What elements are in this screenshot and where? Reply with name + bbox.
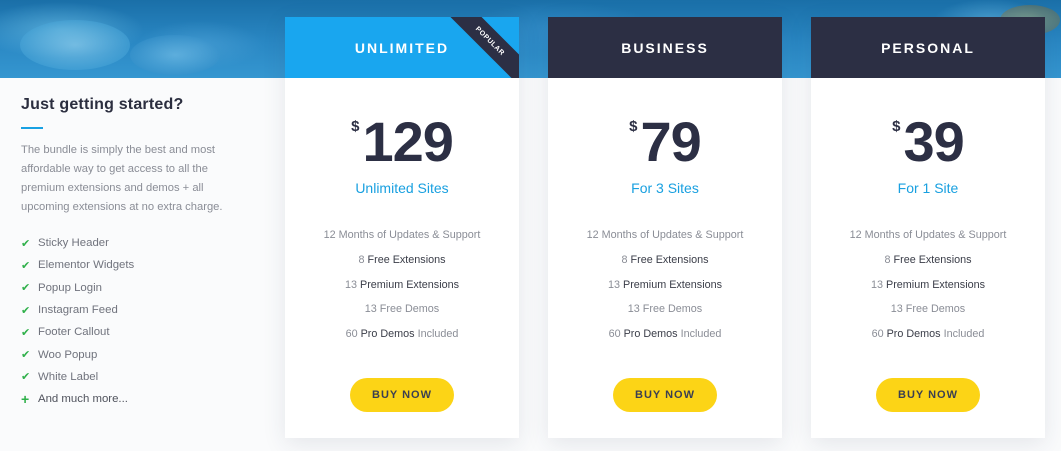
card-header: PERSONAL bbox=[811, 17, 1045, 78]
plan-feature: 8 Free Extensions bbox=[621, 253, 709, 266]
feature-item: ✔ Instagram Feed bbox=[21, 299, 251, 321]
feature-label: And much more... bbox=[38, 393, 128, 406]
plan-feature: 12 Months of Updates & Support bbox=[586, 229, 744, 241]
plan-feature: 13 Free Demos bbox=[364, 303, 440, 316]
currency-symbol: $ bbox=[892, 118, 901, 135]
feature-label: Instagram Feed bbox=[38, 304, 118, 317]
feature-label: Footer Callout bbox=[38, 326, 110, 339]
plan-feature: 60 Pro Demos Included bbox=[871, 328, 985, 341]
check-icon: ✔ bbox=[21, 349, 31, 362]
feature-list: ✔ Sticky Header ✔ Elementor Widgets ✔ Popup… bbox=[21, 232, 251, 410]
feature-label: White Label bbox=[38, 370, 99, 383]
feature-item: ✔ Woo Popup bbox=[21, 343, 251, 365]
plan-feature: 8 Free Extensions bbox=[358, 253, 446, 266]
plan-feature: 60 Pro Demos Included bbox=[345, 328, 459, 341]
popular-ribbon: POPULAR bbox=[443, 17, 519, 78]
check-icon: ✔ bbox=[21, 371, 31, 384]
plan-feature: 8 Free Extensions bbox=[884, 253, 972, 266]
plan-sites: Unlimited Sites bbox=[355, 180, 449, 196]
plan-feature: 13 Premium Extensions bbox=[607, 278, 723, 291]
currency-symbol: $ bbox=[629, 118, 638, 135]
plan-features: 12 Months of Updates & Support 8 Free Ex… bbox=[811, 229, 1045, 353]
feature-item: + And much more... bbox=[21, 388, 251, 410]
plan-sites: For 3 Sites bbox=[631, 180, 699, 196]
title-underline bbox=[21, 127, 43, 129]
plan-name: BUSINESS bbox=[621, 39, 709, 56]
price-amount: 79 bbox=[640, 110, 702, 173]
check-icon: ✔ bbox=[21, 326, 31, 339]
card-header: BUSINESS bbox=[548, 17, 782, 78]
intro-sidebar: Just getting started? The bundle is simp… bbox=[21, 96, 251, 410]
plan-price: $ 79 bbox=[548, 114, 782, 170]
price-amount: 129 bbox=[362, 110, 453, 173]
plan-feature: 12 Months of Updates & Support bbox=[849, 229, 1007, 241]
feature-label: Popup Login bbox=[38, 281, 102, 294]
buy-now-button[interactable]: BUY NOW bbox=[350, 377, 454, 412]
plan-feature: 13 Premium Extensions bbox=[344, 278, 460, 291]
sidebar-description: The bundle is simply the best and most a… bbox=[21, 144, 223, 213]
check-icon: ✔ bbox=[21, 304, 31, 317]
plan-sites: For 1 Site bbox=[897, 180, 959, 196]
check-icon: ✔ bbox=[21, 282, 31, 295]
feature-label: Sticky Header bbox=[38, 237, 109, 250]
feature-item: ✔ Footer Callout bbox=[21, 321, 251, 343]
plan-feature: 13 Premium Extensions bbox=[870, 278, 986, 291]
sidebar-title: Just getting started? bbox=[21, 96, 184, 113]
feature-item: ✔ Sticky Header bbox=[21, 232, 251, 254]
feature-label: Elementor Widgets bbox=[38, 259, 135, 272]
price-amount: 39 bbox=[903, 110, 965, 173]
plan-features: 12 Months of Updates & Support 8 Free Ex… bbox=[548, 229, 782, 353]
plan-name: PERSONAL bbox=[881, 39, 975, 56]
pricing-card-unlimited: UNLIMITED POPULAR $ 129 Unlimited Sites … bbox=[285, 17, 519, 438]
plan-name: UNLIMITED bbox=[354, 39, 450, 56]
plan-feature: 13 Free Demos bbox=[627, 303, 703, 316]
feature-label: Woo Popup bbox=[38, 348, 98, 361]
check-icon: ✔ bbox=[21, 237, 31, 250]
check-icon: ✔ bbox=[21, 259, 31, 272]
buy-now-button[interactable]: BUY NOW bbox=[876, 377, 980, 412]
ribbon-label: POPULAR bbox=[474, 25, 506, 57]
plan-feature: 13 Free Demos bbox=[890, 303, 966, 316]
plus-icon: + bbox=[21, 391, 30, 408]
fish-image bbox=[20, 20, 130, 70]
feature-item: ✔ Elementor Widgets bbox=[21, 254, 251, 276]
feature-item: ✔ Popup Login bbox=[21, 277, 251, 299]
pricing-card-business: BUSINESS $ 79 For 3 Sites 12 Months of U… bbox=[548, 17, 782, 438]
feature-item: ✔ White Label bbox=[21, 366, 251, 388]
buy-now-button[interactable]: BUY NOW bbox=[613, 377, 717, 412]
card-header: UNLIMITED POPULAR bbox=[285, 17, 519, 78]
plan-feature: 12 Months of Updates & Support bbox=[323, 229, 481, 241]
plan-feature: 60 Pro Demos Included bbox=[608, 328, 722, 341]
plan-price: $ 129 bbox=[285, 114, 519, 170]
plan-features: 12 Months of Updates & Support 8 Free Ex… bbox=[285, 229, 519, 353]
plan-price: $ 39 bbox=[811, 114, 1045, 170]
fish-image bbox=[130, 35, 220, 75]
currency-symbol: $ bbox=[351, 118, 360, 135]
pricing-card-personal: PERSONAL $ 39 For 1 Site 12 Months of Up… bbox=[811, 17, 1045, 438]
